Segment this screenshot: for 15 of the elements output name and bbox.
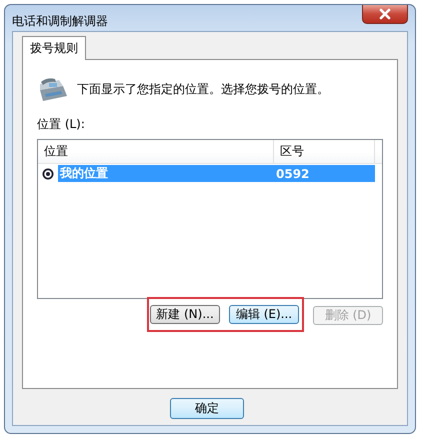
close-icon [378, 8, 392, 20]
tab[interactable]: 拨号规则 [22, 36, 86, 60]
locations-list[interactable]: 位置 区号 我的位置 0592 [37, 139, 383, 299]
window-title: 电话和调制解调器 [12, 13, 108, 30]
table-cell-text: 我的位置 [58, 165, 109, 182]
list-label: 位置 (L): [37, 116, 85, 133]
table-cell: 0592 [276, 166, 310, 180]
intro-text: 下面显示了您指定的位置。选择您拨号的位置。 [77, 80, 329, 98]
list-button[interactable]: 编辑 (E)... [229, 305, 299, 324]
dialog-button[interactable]: 确定 [170, 398, 244, 419]
column-header[interactable]: 位置 [38, 140, 274, 163]
column-header[interactable]: 区号 [274, 140, 375, 163]
close-button[interactable] [362, 5, 408, 24]
list-button[interactable]: 新建 (N)... [150, 305, 220, 324]
phone-icon [37, 76, 69, 102]
